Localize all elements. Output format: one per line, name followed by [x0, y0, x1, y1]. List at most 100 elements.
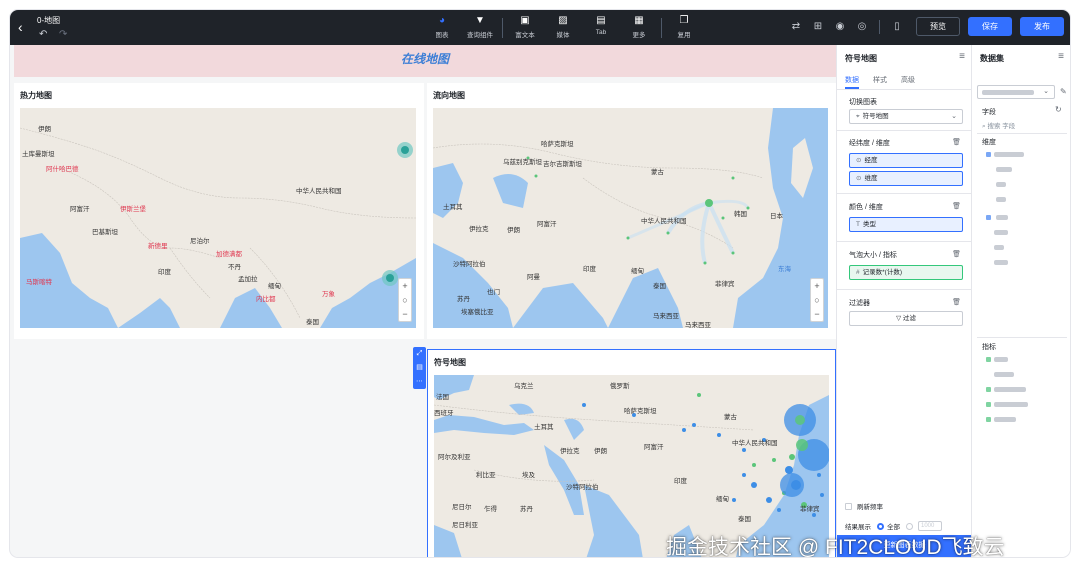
map-label: 乌克兰: [514, 383, 534, 390]
tool-query[interactable]: ▼ 查询组件: [464, 14, 496, 39]
empty-area[interactable]: [14, 345, 424, 557]
metric-field[interactable]: [994, 372, 1014, 377]
color-field[interactable]: T 类型: [849, 217, 963, 232]
dimension-field[interactable]: [994, 245, 1004, 250]
refresh-icon[interactable]: ↻: [1055, 105, 1062, 114]
map-label: 中华人民共和国: [296, 188, 342, 195]
radio-all[interactable]: [877, 522, 884, 530]
trash-icon[interactable]: 🗑: [952, 298, 961, 306]
radio-limit[interactable]: [906, 522, 913, 530]
tool-reuse[interactable]: ❐ 复用: [668, 14, 700, 39]
map-label: 巴基斯坦: [92, 229, 118, 236]
tab-advanced[interactable]: 高级: [901, 75, 915, 85]
trash-icon[interactable]: 🗑: [952, 250, 961, 258]
dimension-field[interactable]: [996, 215, 1008, 220]
symbol-point: [785, 466, 793, 474]
size-field[interactable]: # 记录数*(计数): [849, 265, 963, 280]
zoom-in-icon[interactable]: +: [814, 279, 819, 293]
lat-field[interactable]: ⊙ 维度: [849, 171, 963, 186]
reset-icon[interactable]: ○: [814, 293, 819, 307]
chevron-down-icon: ⌄: [1043, 88, 1049, 95]
filter-icon: ▽: [896, 315, 902, 322]
trash-icon[interactable]: 🗑: [952, 138, 961, 146]
tool-more[interactable]: ▦ 更多: [623, 14, 655, 39]
tab-style[interactable]: 样式: [873, 75, 887, 85]
metric-field[interactable]: [994, 402, 1028, 407]
map-label: 土库曼斯坦: [22, 151, 55, 158]
location-icon: ⊙: [856, 175, 862, 182]
flow-map-card[interactable]: 流向地图 哈萨克斯坦 乌兹别克斯坦 吉尔吉斯斯坦 蒙古 土耳其 伊拉克 伊朗 阿…: [427, 83, 836, 339]
chevron-left-icon[interactable]: ‹: [18, 19, 23, 35]
eye-off-icon[interactable]: ◎: [851, 21, 873, 32]
heat-map[interactable]: 土库曼斯坦 阿什哈巴德 伊朗 阿富汗 巴基斯坦 伊斯兰堡 新德里 印度 尼泊尔 …: [20, 108, 416, 328]
settings-sliders-icon[interactable]: ⇄: [785, 21, 807, 32]
dataset-title: 数据集: [980, 54, 1004, 63]
menu-icon[interactable]: ≡: [1058, 51, 1064, 62]
map-label: 伊拉克: [469, 226, 489, 233]
map-label: 哈萨克斯坦: [624, 408, 657, 415]
expand-icon[interactable]: ⤢: [417, 350, 423, 358]
dataset-select[interactable]: ⌄: [977, 85, 1055, 99]
symbol-bubble: [795, 415, 805, 425]
preview-button[interactable]: 预览: [916, 17, 960, 36]
map-label: 伊斯兰堡: [120, 206, 146, 213]
save-button[interactable]: 保存: [968, 17, 1012, 36]
more-icon[interactable]: ⋯: [416, 378, 423, 386]
layout-icon[interactable]: ⊞: [807, 21, 829, 32]
reset-icon[interactable]: ○: [402, 293, 407, 307]
dimension-field[interactable]: [994, 260, 1008, 265]
dashboard-canvas[interactable]: 在线地图 热力地图 土库曼斯坦 阿什哈巴德 伊朗 阿富汗 巴基斯坦 伊斯兰堡 新…: [14, 45, 836, 557]
map-label: 尼日尔: [452, 504, 472, 511]
redo-icon[interactable]: ↷: [59, 29, 67, 40]
heat-map-card[interactable]: 热力地图 土库曼斯坦 阿什哈巴德 伊朗 阿富汗 巴基斯坦 伊斯兰堡 新德里 印度…: [14, 83, 424, 339]
mobile-icon[interactable]: ▯: [886, 21, 908, 32]
metric-field[interactable]: [994, 357, 1008, 362]
zoom-in-icon[interactable]: +: [402, 279, 407, 293]
tool-tab[interactable]: ▤ Tab: [585, 14, 617, 39]
map-label: 沙特阿拉伯: [566, 484, 599, 491]
palette-icon[interactable]: ◉: [829, 21, 851, 32]
zoom-out-icon[interactable]: −: [814, 307, 819, 321]
lnglat-label: 经纬度 / 维度: [849, 140, 890, 147]
edit-icon[interactable]: ▤: [416, 364, 423, 372]
refresh-checkbox[interactable]: 刷新频率: [845, 501, 883, 511]
map-label: 埃塞俄比亚: [461, 309, 494, 316]
metric-field[interactable]: [994, 417, 1016, 422]
trash-icon[interactable]: 🗑: [952, 202, 961, 210]
dimension-field[interactable]: [996, 197, 1006, 202]
filter-button-label: 过滤: [902, 315, 916, 322]
card-title: 热力地图: [20, 91, 52, 100]
divider: [837, 193, 972, 194]
dimension-field[interactable]: [996, 182, 1006, 187]
zoom-out-icon[interactable]: −: [402, 307, 407, 321]
tool-media[interactable]: ▨ 媒体: [547, 14, 579, 39]
tool-label: 图表: [435, 32, 449, 39]
metric-field[interactable]: [994, 387, 1026, 392]
map-label: 孟加拉: [238, 276, 258, 283]
undo-icon[interactable]: ↶: [39, 29, 47, 40]
tool-label: 更多: [632, 32, 646, 39]
chart-type-select[interactable]: ⌖ 符号地图 ⌄: [849, 109, 963, 124]
dashboard-title[interactable]: 0-地图: [37, 15, 60, 26]
tool-richtext[interactable]: ▣ 富文本: [509, 14, 541, 39]
lng-field[interactable]: ⊙ 经度: [849, 153, 963, 168]
dimension-field[interactable]: [996, 167, 1012, 172]
component-tools: ◕ 图表 ▼ 查询组件 ▣ 富文本 ▨ 媒体 ▤ Tab ▦ 更多 ❐ 复用: [426, 14, 706, 39]
tab-data[interactable]: 数据: [845, 75, 859, 85]
field-search[interactable]: ⌕ 搜索 字段: [982, 120, 1015, 131]
title-banner[interactable]: 在线地图: [14, 45, 836, 77]
publish-button[interactable]: 发布: [1020, 17, 1064, 36]
symbol-map-card[interactable]: 符号地图 俄罗斯 乌克兰 哈萨克斯坦 蒙古 法国 西班牙 土耳其 中华人民共和国…: [427, 349, 836, 557]
menu-icon[interactable]: ≡: [959, 51, 965, 62]
flow-map[interactable]: 哈萨克斯坦 乌兹别克斯坦 吉尔吉斯斯坦 蒙古 土耳其 伊拉克 伊朗 阿富汗 中华…: [433, 108, 828, 328]
dimension-field[interactable]: [994, 152, 1024, 157]
symbol-map[interactable]: 俄罗斯 乌克兰 哈萨克斯坦 蒙古 法国 西班牙 土耳其 中华人民共和国 阿富汗 …: [434, 375, 829, 557]
limit-input[interactable]: 1000: [918, 521, 942, 531]
filter-button[interactable]: ▽ 过滤: [849, 311, 963, 326]
card-title: 流向地图: [433, 91, 465, 100]
map-label: 泰国: [738, 516, 751, 523]
tool-chart[interactable]: ◕ 图表: [426, 14, 458, 39]
edit-icon[interactable]: ✎: [1060, 87, 1067, 96]
checkbox[interactable]: [845, 502, 852, 510]
dimension-field[interactable]: [994, 230, 1008, 235]
